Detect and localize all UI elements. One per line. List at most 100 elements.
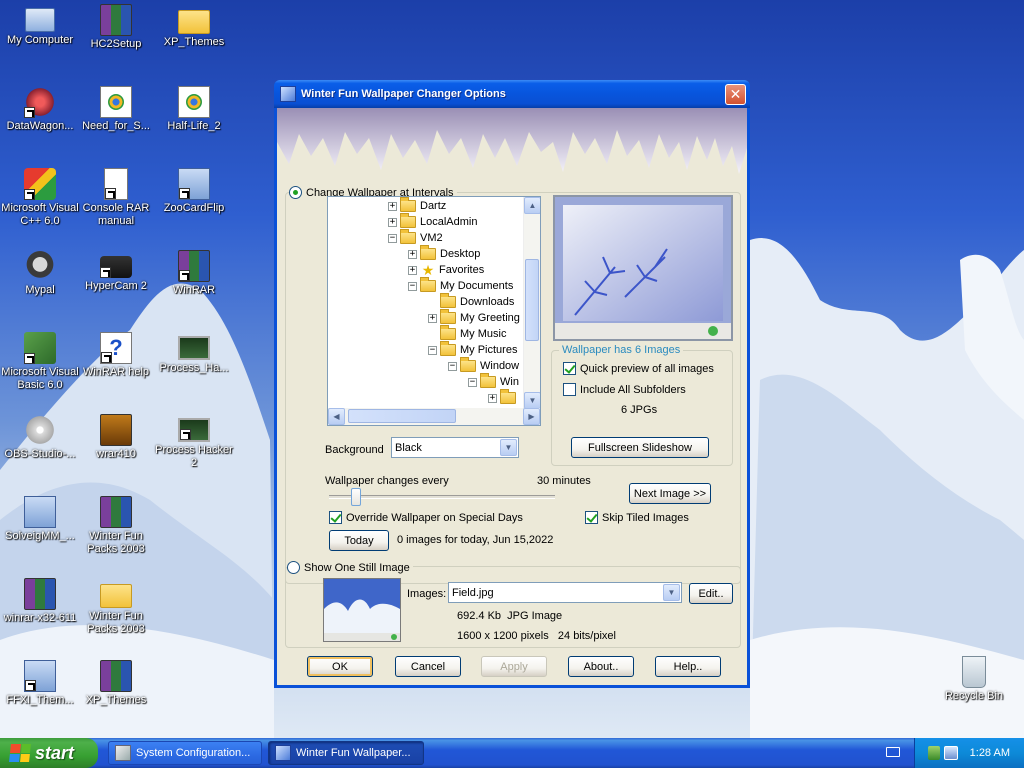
next-image-button[interactable]: Next Image >> — [629, 483, 711, 504]
images-label: Images: — [407, 588, 447, 600]
desktop-icon-visual-cpp[interactable]: Microsoft Visual C++ 6.0 — [0, 168, 80, 228]
desktop-icon-hypercam-2[interactable]: HyperCam 2 — [76, 250, 156, 293]
tree-node[interactable]: − VM2 — [388, 229, 443, 246]
desktop-icon-console-rar-manual[interactable]: Console RAR manual — [76, 168, 156, 228]
desktop-icon-winter-fun-packs-b[interactable]: Winter Fun Packs 2003 — [76, 578, 156, 636]
desktop-icon-solveigmm[interactable]: SolveigMM_... — [0, 496, 80, 543]
fullscreen-slideshow-button[interactable]: Fullscreen Slideshow — [571, 437, 709, 458]
tree-node[interactable]: + My Greeting — [428, 309, 520, 326]
interval-slider-track[interactable] — [329, 495, 555, 499]
expand-icon[interactable]: + — [408, 249, 417, 259]
tree-node[interactable]: + Desktop — [408, 245, 480, 262]
folder-icon — [480, 373, 496, 388]
folder-tree[interactable]: + Dartz + LocalAdmin − VM2 + Desktop + ★ Favorites… — [327, 196, 541, 426]
desktop-icon-winrar-help[interactable]: ? WinRAR help — [76, 332, 156, 379]
about-button[interactable]: About.. — [568, 656, 634, 677]
scroll-down-button[interactable]: ▼ — [524, 392, 540, 409]
desktop-icon-winter-fun-packs-a[interactable]: Winter Fun Packs 2003 — [76, 496, 156, 556]
desktop-icon-datawagon[interactable]: DataWagon... — [0, 86, 80, 133]
desktop-icon-visual-basic[interactable]: Microsoft Visual Basic 6.0 — [0, 332, 80, 392]
tree-node[interactable]: − My Documents — [408, 277, 513, 294]
desktop-icon-half-life-2[interactable]: Half-Life_2 — [154, 86, 234, 133]
desktop-icon-my-computer[interactable]: My Computer — [0, 4, 80, 47]
desktop-icon-process-hacker-2[interactable]: Process Hacker 2 — [154, 414, 234, 470]
taskbar-item-winter-fun-wallpaper[interactable]: Winter Fun Wallpaper... — [268, 741, 424, 765]
tree-horizontal-scrollbar[interactable]: ◀ ▶ — [328, 408, 540, 425]
volume-icon[interactable] — [943, 746, 958, 760]
tree-node[interactable]: + ★ Favorites — [408, 262, 484, 278]
start-button[interactable]: start — [0, 738, 98, 768]
tree-node[interactable]: Downloads — [428, 293, 514, 310]
winrar-archive-icon — [100, 4, 132, 36]
desktop-icon-recycle-bin[interactable]: Recycle Bin — [934, 656, 1014, 703]
monitor-icon — [178, 418, 210, 442]
app-icon — [280, 86, 296, 102]
keyboard-icon[interactable] — [886, 747, 900, 757]
tree-node[interactable]: + — [488, 389, 520, 406]
collapse-icon[interactable]: − — [448, 361, 457, 371]
desktop-icon-ffxi-themes[interactable]: FFXI_Them... — [0, 660, 80, 707]
desktop-icon-mypal[interactable]: Mypal — [0, 250, 80, 297]
expand-icon[interactable]: + — [388, 201, 397, 211]
apply-button[interactable]: Apply — [481, 656, 547, 677]
network-icon[interactable] — [927, 746, 940, 760]
title-bar[interactable]: Winter Fun Wallpaper Changer Options ✕ — [274, 80, 750, 108]
scroll-up-button[interactable]: ▲ — [524, 197, 540, 214]
collapse-icon[interactable]: − — [388, 233, 397, 243]
tree-node[interactable]: + Dartz — [388, 197, 446, 214]
datawagon-icon — [24, 86, 56, 118]
collapse-icon[interactable]: − — [408, 281, 417, 291]
scroll-left-button[interactable]: ◀ — [328, 408, 345, 425]
expand-icon[interactable]: + — [388, 217, 397, 227]
cancel-button[interactable]: Cancel — [395, 656, 461, 677]
expand-icon[interactable]: + — [428, 313, 437, 323]
skip-tiled-checkbox[interactable]: Skip Tiled Images — [585, 511, 689, 524]
desktop-icon-xp-themes[interactable]: XP_Themes — [154, 4, 234, 49]
desktop-icon-need-for-speed[interactable]: Need_for_S... — [76, 86, 156, 133]
shortcut-arrow-icon — [179, 270, 190, 281]
include-subfolders-checkbox[interactable]: Include All Subfolders — [563, 383, 686, 396]
taskbar-item-system-configuration[interactable]: System Configuration... — [108, 741, 262, 765]
desktop-icon-winrar[interactable]: WinRAR — [154, 250, 234, 297]
clock[interactable]: 1:28 AM — [970, 747, 1010, 759]
computer-icon — [25, 8, 55, 32]
tree-vertical-scrollbar[interactable]: ▲ ▼ — [523, 197, 540, 409]
desktop-icon-hc2setup[interactable]: HC2Setup — [76, 4, 156, 51]
expand-icon[interactable]: + — [408, 265, 417, 275]
desktop-icon-wrar410[interactable]: wrar410 — [76, 414, 156, 461]
system-tray: 1:28 AM — [914, 738, 1024, 768]
wallpaper-preview[interactable] — [553, 195, 733, 341]
desktop-icon-winrar-x32[interactable]: winrar-x32-611 — [0, 578, 80, 625]
tree-node[interactable]: My Music — [428, 325, 506, 342]
interval-slider-thumb[interactable] — [351, 488, 361, 506]
scroll-thumb[interactable] — [525, 259, 539, 341]
background-select[interactable]: Black ▼ — [391, 437, 519, 458]
still-image-thumbnail[interactable] — [323, 578, 401, 642]
help-button[interactable]: Help.. — [655, 656, 721, 677]
collapse-icon[interactable]: − — [428, 345, 437, 355]
ok-button[interactable]: OK — [307, 656, 373, 677]
scroll-right-button[interactable]: ▶ — [523, 408, 540, 425]
desktop-icon-obs-studio[interactable]: OBS-Studio-... — [0, 414, 80, 461]
close-button[interactable]: ✕ — [725, 83, 746, 105]
desktop-icon-xp-themes-archive[interactable]: XP_Themes — [76, 660, 156, 707]
tree-node[interactable]: − My Pictures — [428, 341, 517, 358]
tree-node[interactable]: − Window — [448, 357, 519, 374]
override-special-days-checkbox[interactable]: Override Wallpaper on Special Days — [329, 511, 523, 524]
images-select[interactable]: Field.jpg ▼ — [448, 582, 682, 603]
visual-basic-icon — [24, 332, 56, 364]
collapse-icon[interactable]: − — [468, 377, 477, 387]
quick-preview-checkbox[interactable]: Quick preview of all images — [563, 362, 714, 375]
app-icon — [275, 745, 291, 761]
file-size-info: 692.4 Kb JPG Image — [457, 610, 563, 622]
tree-node[interactable]: + LocalAdmin — [388, 213, 477, 230]
tree-node[interactable]: − Win — [468, 373, 519, 390]
expand-icon[interactable]: + — [488, 393, 497, 403]
desktop-icon-zoocardflip[interactable]: ZooCardFlip — [154, 168, 234, 215]
today-button[interactable]: Today — [329, 530, 389, 551]
horizontal-scroll-thumb[interactable] — [348, 409, 456, 423]
program-setup-icon — [24, 660, 56, 692]
edit-button[interactable]: Edit.. — [689, 583, 733, 604]
desktop-icon-process-hacker-zip[interactable]: Process_Ha... — [154, 332, 234, 375]
still-image-radio[interactable]: Show One Still Image — [287, 561, 413, 574]
